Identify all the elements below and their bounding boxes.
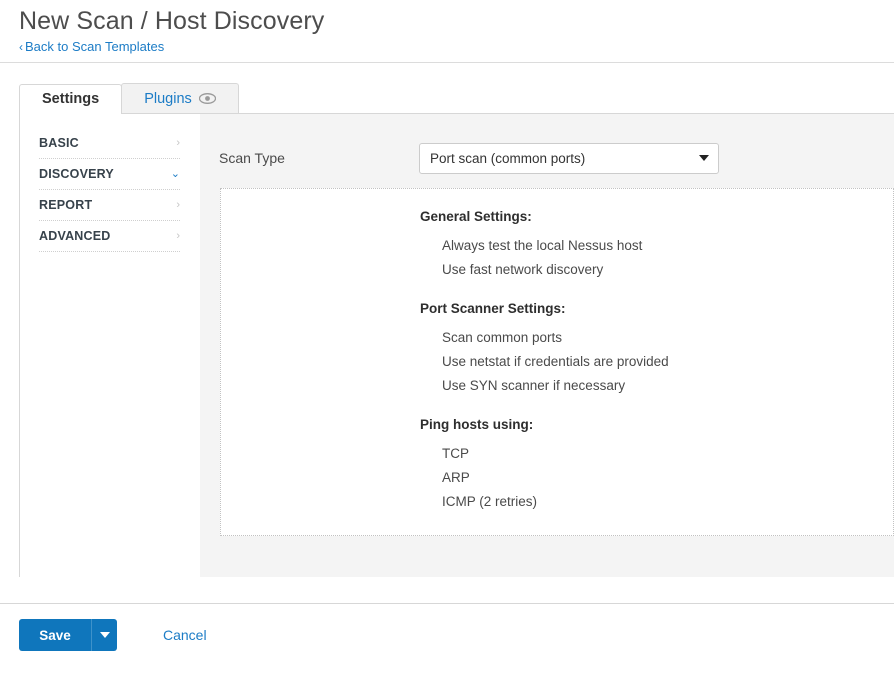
group-title: Ping hosts using: [420,417,534,432]
page-header: New Scan / Host Discovery ‹ Back to Scan … [0,0,894,56]
scan-type-selected-value: Port scan (common ports) [430,150,586,166]
cancel-button[interactable]: Cancel [163,627,207,643]
sidebar-item-advanced-label: ADVANCED [39,229,111,243]
chevron-down-icon: ⌄ [170,167,180,180]
group-item: Use SYN scanner if necessary [442,378,626,393]
scan-type-select[interactable]: Port scan (common ports) [419,142,719,174]
sidebar-item-advanced[interactable]: ADVANCED › [39,221,180,252]
chevron-left-icon: ‹ [19,40,23,54]
save-dropdown-button[interactable] [91,619,117,651]
chevron-right-icon: › [176,229,180,242]
tab-plugins-label: Plugins [144,90,192,107]
back-link-label: Back to Scan Templates [25,39,165,54]
settings-group-general: General Settings: Always test the local … [420,209,893,282]
chevron-right-icon: › [176,198,180,211]
scan-type-row: Scan Type Port scan (common ports) [200,136,894,180]
sidebar-item-report-label: REPORT [39,198,93,212]
chevron-down-icon [99,632,110,638]
scan-type-summary-box: General Settings: Always test the local … [220,188,894,536]
sidebar-item-discovery[interactable]: DISCOVERY ⌄ [39,159,180,190]
header-divider [0,62,894,63]
settings-card: BASIC › DISCOVERY ⌄ REPORT › ADVANCED › … [19,113,894,577]
sidebar-item-basic[interactable]: BASIC › [39,128,180,159]
group-item: Always test the local Nessus host [442,238,643,253]
sidebar-item-basic-label: BASIC [39,136,79,150]
tab-plugins[interactable]: Plugins [121,83,239,113]
group-title: General Settings: [420,209,532,224]
scan-type-label: Scan Type [219,150,285,166]
save-button-group: Save [19,619,117,651]
chevron-down-icon [699,155,709,161]
page-title: New Scan / Host Discovery [19,7,325,35]
save-button[interactable]: Save [19,619,91,651]
settings-group-port-scanner: Port Scanner Settings: Scan common ports… [420,301,893,398]
sidebar-item-report[interactable]: REPORT › [39,190,180,221]
group-item: Use netstat if credentials are provided [442,354,669,369]
back-to-scan-templates-link[interactable]: ‹ Back to Scan Templates [19,39,164,55]
settings-group-ping-hosts: Ping hosts using: TCP ARP ICMP (2 retrie… [420,417,893,514]
tab-bar: Settings Plugins [0,83,894,114]
eye-icon [198,93,216,104]
chevron-right-icon: › [176,136,180,149]
tab-settings[interactable]: Settings [19,84,123,114]
group-item: Use fast network discovery [442,262,604,277]
action-bar: Save Cancel [0,604,894,651]
settings-sidebar: BASIC › DISCOVERY ⌄ REPORT › ADVANCED › [20,114,200,577]
sidebar-item-discovery-label: DISCOVERY [39,167,114,181]
tab-settings-label: Settings [42,91,100,107]
discovery-settings-panel: Scan Type Port scan (common ports) Gener… [200,114,894,577]
group-item: ARP [442,470,470,485]
group-item: Scan common ports [442,330,563,345]
group-title: Port Scanner Settings: [420,301,566,316]
group-item: TCP [442,446,469,461]
group-item: ICMP (2 retries) [442,494,538,509]
